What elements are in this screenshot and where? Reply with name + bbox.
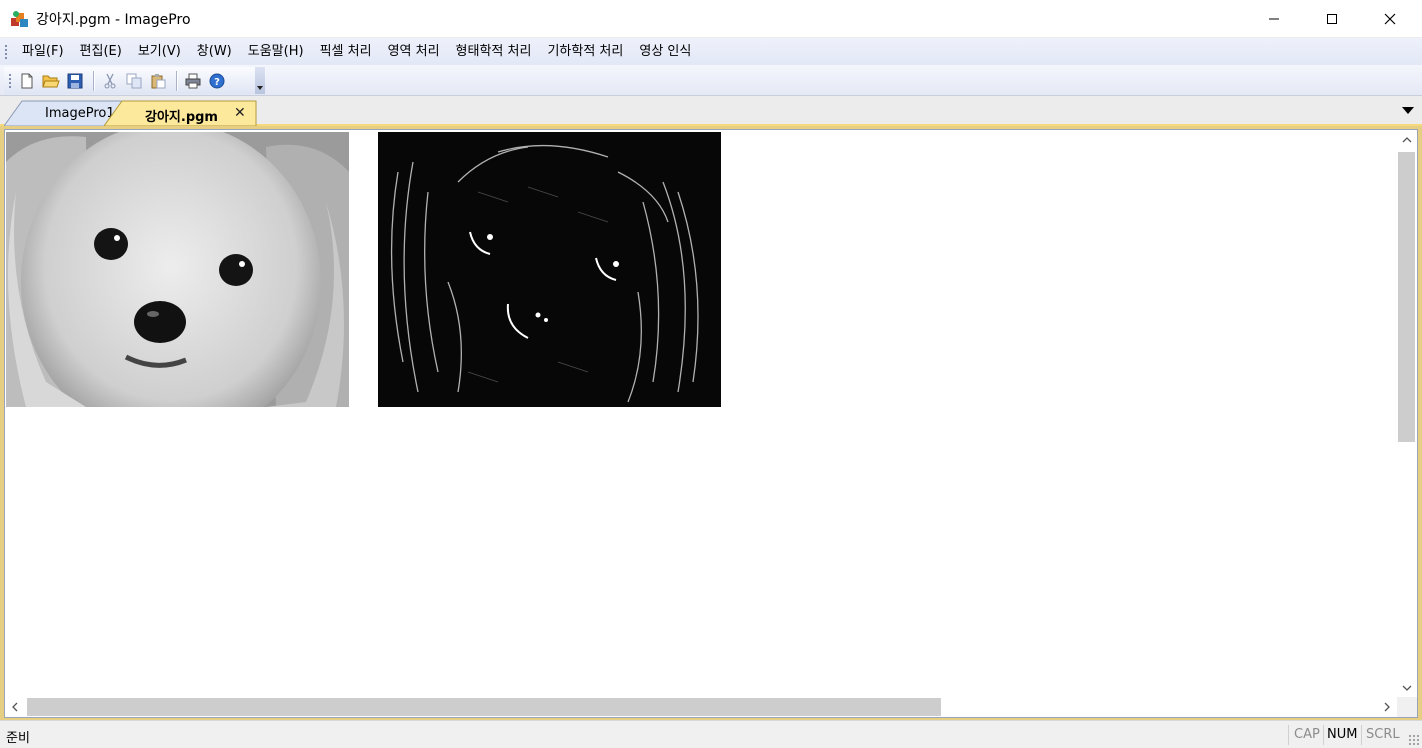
cut-icon xyxy=(104,73,116,88)
standard-toolbar: ? xyxy=(4,67,266,94)
chevron-down-icon xyxy=(1402,107,1414,114)
help-button[interactable]: ? xyxy=(206,70,228,92)
minimize-icon xyxy=(1269,18,1279,20)
minimize-button[interactable] xyxy=(1245,0,1303,38)
save-icon xyxy=(67,73,83,88)
num-indicator: NUM xyxy=(1327,727,1358,742)
processed-image xyxy=(378,132,721,407)
paste-icon xyxy=(151,73,166,88)
menu-geometric[interactable]: 기하학적 처리 xyxy=(539,38,631,65)
chevron-right-icon xyxy=(1384,702,1390,712)
cut-button[interactable] xyxy=(99,70,121,92)
toolbar-overflow-button[interactable] xyxy=(255,67,265,94)
toolbar-separator xyxy=(176,70,177,91)
open-file-button[interactable] xyxy=(40,70,62,92)
menu-edit[interactable]: 편집(E) xyxy=(72,38,130,65)
print-button[interactable] xyxy=(182,70,204,92)
copy-button[interactable] xyxy=(123,70,145,92)
paste-button[interactable] xyxy=(147,70,169,92)
new-file-icon xyxy=(21,73,33,88)
document-frame xyxy=(0,126,1422,720)
title-bar: 강아지.pgm - ImagePro xyxy=(0,0,1422,38)
document-tab-strip: ImagePro1 강아지.pgm ✕ xyxy=(0,96,1422,126)
image-view[interactable] xyxy=(4,129,1418,718)
window-title: 강아지.pgm - ImagePro xyxy=(36,12,191,28)
scrollbar-corner xyxy=(1397,697,1417,717)
help-icon: ? xyxy=(209,73,225,88)
maximize-icon xyxy=(1327,14,1337,24)
menubar-grip[interactable] xyxy=(4,43,8,60)
chevron-up-icon xyxy=(1402,137,1412,143)
print-icon xyxy=(185,73,201,88)
tab-close-button[interactable]: ✕ xyxy=(234,105,246,121)
status-separator xyxy=(1323,725,1324,745)
status-separator xyxy=(1288,725,1289,745)
maximize-button[interactable] xyxy=(1303,0,1361,38)
menu-morphology[interactable]: 형태학적 처리 xyxy=(448,38,540,65)
scrl-indicator: SCRL xyxy=(1366,727,1400,742)
status-text: 준비 xyxy=(6,731,30,746)
chevron-down-icon xyxy=(257,86,263,90)
menu-window[interactable]: 창(W) xyxy=(189,38,240,65)
menu-file[interactable]: 파일(F) xyxy=(14,38,72,65)
horizontal-scrollbar[interactable] xyxy=(5,697,1397,717)
new-file-button[interactable] xyxy=(16,70,38,92)
imagepro-app-icon xyxy=(11,11,28,27)
status-separator xyxy=(1361,725,1362,745)
open-folder-icon xyxy=(42,75,60,87)
status-bar: 준비 CAP NUM SCRL xyxy=(0,720,1422,748)
vertical-scroll-thumb[interactable] xyxy=(1398,152,1415,442)
menu-bar: 파일(F) 편집(E) 보기(V) 창(W) 도움말(H) 픽셀 처리 영역 처… xyxy=(0,38,1422,65)
menu-help[interactable]: 도움말(H) xyxy=(240,38,312,65)
menu-area-processing[interactable]: 영역 처리 xyxy=(380,38,448,65)
menu-pixel-processing[interactable]: 픽셀 처리 xyxy=(312,38,380,65)
cap-indicator: CAP xyxy=(1294,727,1320,742)
scroll-right-button[interactable] xyxy=(1377,697,1397,717)
vertical-scrollbar[interactable] xyxy=(1397,130,1417,698)
close-window-button[interactable] xyxy=(1361,0,1419,38)
horizontal-scroll-thumb[interactable] xyxy=(27,698,941,716)
close-icon xyxy=(1384,13,1396,25)
copy-icon xyxy=(126,73,142,88)
tab-dog-pgm[interactable]: 강아지.pgm ✕ xyxy=(104,100,258,126)
scroll-down-button[interactable] xyxy=(1397,678,1417,698)
menu-image-recognition[interactable]: 영상 인식 xyxy=(631,38,699,65)
scroll-left-button[interactable] xyxy=(5,697,25,717)
tab-list-button[interactable] xyxy=(1399,104,1417,118)
chevron-left-icon xyxy=(12,702,18,712)
toolbar-grip[interactable] xyxy=(8,72,12,89)
chevron-down-icon xyxy=(1402,685,1412,691)
original-image xyxy=(6,132,349,407)
menu-view[interactable]: 보기(V) xyxy=(130,38,189,65)
toolbar: ? xyxy=(0,65,1422,96)
toolbar-separator xyxy=(93,70,94,91)
save-button[interactable] xyxy=(64,70,86,92)
scroll-up-button[interactable] xyxy=(1397,130,1417,150)
tab-label: 강아지.pgm xyxy=(145,110,218,125)
svg-text:?: ? xyxy=(214,77,220,88)
resize-grip[interactable] xyxy=(1408,734,1420,746)
